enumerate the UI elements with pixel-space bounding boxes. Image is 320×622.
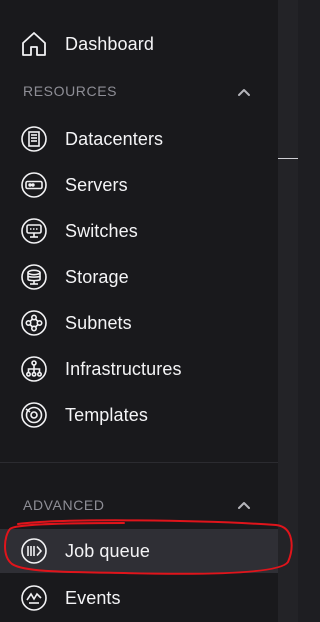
storage-icon <box>20 263 48 291</box>
job-queue-icon <box>20 537 48 565</box>
sidebar-item-infrastructures[interactable]: Infrastructures <box>0 347 278 391</box>
sidebar-item-label: Switches <box>65 220 138 241</box>
sidebar-item-templates[interactable]: Templates <box>0 393 278 437</box>
sidebar-item-label: Subnets <box>65 312 132 333</box>
sidebar-item-events[interactable]: Events <box>0 576 278 620</box>
sidebar-item-servers[interactable]: Servers <box>0 163 278 207</box>
sidebar-item-storage[interactable]: Storage <box>0 255 278 299</box>
events-icon <box>20 584 48 612</box>
sidebar: Dashboard RESOURCES Datacenters Servers <box>0 0 278 622</box>
sidebar-item-subnets[interactable]: Subnets <box>0 301 278 345</box>
subnet-icon <box>20 309 48 337</box>
server-icon <box>20 171 48 199</box>
section-title-advanced: ADVANCED <box>23 497 105 513</box>
sidebar-item-dashboard[interactable]: Dashboard <box>0 22 278 66</box>
sidebar-item-switches[interactable]: Switches <box>0 209 278 253</box>
sidebar-item-label: Infrastructures <box>65 358 182 379</box>
content-divider <box>278 158 298 159</box>
content-pane-edge <box>278 0 298 622</box>
datacenter-icon <box>20 125 48 153</box>
chevron-up-icon[interactable] <box>236 86 252 98</box>
infrastructure-icon <box>20 355 48 383</box>
home-icon <box>20 30 48 58</box>
sidebar-item-label: Servers <box>65 174 128 195</box>
section-divider <box>0 462 278 463</box>
sidebar-item-job-queue[interactable]: Job queue <box>0 529 278 573</box>
sidebar-item-label: Templates <box>65 404 148 425</box>
switch-icon <box>20 217 48 245</box>
sidebar-item-label: Job queue <box>65 540 150 561</box>
template-icon <box>20 401 48 429</box>
sidebar-item-label: Datacenters <box>65 128 164 149</box>
sidebar-item-label: Dashboard <box>65 33 154 54</box>
sidebar-item-datacenters[interactable]: Datacenters <box>0 117 278 161</box>
sidebar-item-label: Events <box>65 587 121 608</box>
sidebar-item-label: Storage <box>65 266 129 287</box>
section-title-resources: RESOURCES <box>23 83 118 99</box>
chevron-up-icon[interactable] <box>236 499 252 511</box>
